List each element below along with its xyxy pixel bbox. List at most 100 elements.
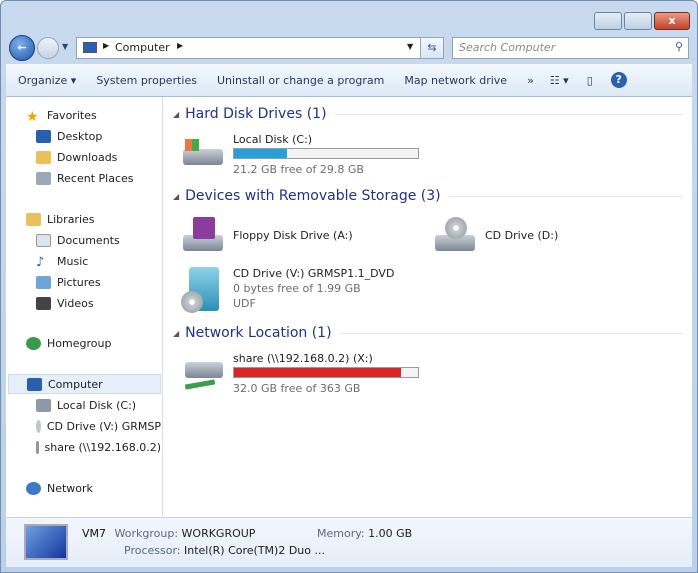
back-button[interactable]: ← (9, 35, 35, 61)
content-pane: ◢ Hard Disk Drives (1) Local Disk (C:) 21… (163, 97, 692, 517)
nav-label: Music (57, 254, 89, 268)
drive-file-system: UDF (233, 297, 256, 310)
address-dropdown-icon[interactable]: ▼ (407, 42, 413, 51)
drive-x[interactable]: share (\\192.168.0.2) (X:) 32.0 GB free … (181, 352, 441, 396)
workgroup-value: WORKGROUP (181, 527, 256, 540)
network-drive-icon (36, 440, 39, 454)
breadcrumb-arrow-icon[interactable]: ▶ (177, 41, 183, 50)
nav-label: Local Disk (C:) (57, 398, 137, 412)
drive-a[interactable]: Floppy Disk Drive (A:) (181, 217, 421, 257)
nav-network[interactable]: Network (26, 478, 181, 498)
navigation-pane: ★ Favorites Desktop Downloads Recent Plac… (6, 97, 163, 517)
drive-name: Floppy Disk Drive (A:) (233, 229, 353, 242)
drive-d[interactable]: CD Drive (D:) (433, 217, 633, 257)
nav-label: Recent Places (57, 171, 134, 185)
group-removable-storage[interactable]: ◢ Devices with Removable Storage (3) (173, 188, 683, 204)
organize-button[interactable]: Organize ▾ (18, 74, 76, 87)
drive-name: share (\\192.168.0.2) (X:) (233, 352, 373, 365)
network-drive-icon (181, 352, 227, 392)
nav-label: share (\\192.168.0.2) (44, 440, 161, 454)
recent-places-icon (36, 171, 51, 185)
collapse-icon: ◢ (173, 328, 180, 338)
computer-icon (27, 377, 42, 391)
star-icon: ★ (26, 108, 39, 125)
collapse-icon: ◢ (173, 109, 180, 119)
videos-icon (36, 296, 51, 310)
view-options-icon[interactable]: ☷ ▾ (550, 74, 569, 87)
nav-label: Libraries (47, 212, 95, 226)
downloads-icon (36, 150, 51, 164)
desktop-icon (36, 129, 51, 143)
workgroup-label: Workgroup: (114, 527, 179, 540)
processor-value: Intel(R) Core(TM)2 Duo ... (184, 544, 325, 557)
nav-homegroup[interactable]: Homegroup (26, 333, 181, 353)
group-title: Network Location (1) (185, 325, 332, 341)
uninstall-program-button[interactable]: Uninstall or change a program (217, 74, 384, 87)
nav-libraries[interactable]: Libraries (26, 209, 181, 229)
nav-cd-drive[interactable]: CD Drive (V:) GRMSP (36, 416, 161, 436)
group-hard-disk-drives[interactable]: ◢ Hard Disk Drives (1) (173, 106, 683, 122)
map-network-drive-button[interactable]: Map network drive (404, 74, 507, 87)
nav-label: Desktop (57, 129, 103, 143)
drive-c[interactable]: Local Disk (C:) 21.2 GB free of 29.8 GB (181, 133, 441, 177)
cd-drive-icon (36, 419, 41, 433)
drive-usage-fill (234, 368, 402, 377)
drive-v[interactable]: CD Drive (V:) GRMSP1.1_DVD 0 bytes free … (181, 267, 441, 317)
breadcrumb-computer[interactable]: Computer (115, 41, 170, 54)
help-icon[interactable]: ? (610, 72, 627, 88)
documents-icon (36, 233, 51, 247)
search-placeholder: Search Computer (459, 41, 556, 54)
group-network-location[interactable]: ◢ Network Location (1) (173, 325, 683, 341)
nav-label: CD Drive (V:) GRMSP (46, 419, 161, 433)
nav-label: Network (47, 481, 93, 495)
maximize-button[interactable] (624, 12, 652, 30)
cd-drive-icon (433, 217, 479, 257)
nav-local-disk[interactable]: Local Disk (C:) (36, 395, 161, 415)
command-bar: Organize ▾ System properties Uninstall o… (6, 64, 692, 97)
network-icon (26, 481, 41, 495)
nav-label: Pictures (57, 275, 101, 289)
search-icon: ⚲ (674, 40, 683, 53)
group-title: Hard Disk Drives (1) (185, 106, 327, 122)
nav-label: Videos (57, 296, 94, 310)
recent-pages-dropdown[interactable]: ▼ (62, 42, 68, 51)
nav-computer[interactable]: Computer (8, 374, 161, 394)
forward-button[interactable] (37, 37, 59, 59)
drive-name: Local Disk (C:) (233, 133, 313, 146)
drive-free-space: 32.0 GB free of 363 GB (233, 382, 361, 395)
collapse-icon: ◢ (173, 191, 180, 201)
drive-usage-bar (233, 148, 419, 159)
nav-label: Downloads (57, 150, 118, 164)
homegroup-icon (26, 336, 41, 350)
breadcrumb-arrow-icon: ▶ (103, 41, 110, 50)
nav-label: Documents (57, 233, 120, 247)
hard-drive-icon (36, 398, 51, 412)
search-input[interactable]: Search Computer ⚲ (452, 37, 689, 59)
computer-icon (83, 42, 97, 53)
floppy-drive-icon (181, 217, 227, 257)
memory-label: Memory: (317, 527, 365, 540)
drive-free-space: 21.2 GB free of 29.8 GB (233, 163, 364, 176)
preview-pane-icon[interactable]: ▯ (587, 74, 593, 87)
refresh-button[interactable]: ⇆ (420, 37, 444, 59)
nav-share[interactable]: share (\\192.168.0.2) (36, 437, 161, 457)
more-commands-button[interactable]: » (527, 74, 534, 87)
pictures-icon (36, 275, 51, 289)
drive-free-space: 0 bytes free of 1.99 GB (233, 282, 361, 295)
hard-drive-icon (181, 133, 227, 173)
details-pane: VM7 Workgroup: WORKGROUP Memory: 1.00 GB… (6, 517, 692, 567)
system-properties-button[interactable]: System properties (96, 74, 197, 87)
drive-name: CD Drive (V:) GRMSP1.1_DVD (233, 267, 395, 280)
dvd-icon (181, 267, 227, 313)
libraries-icon (26, 212, 41, 226)
close-button[interactable]: x (654, 12, 690, 30)
computer-name: VM7 (82, 527, 107, 540)
minimize-button[interactable] (594, 12, 622, 30)
address-bar[interactable]: ▶ Computer ▶ ▼ (76, 37, 444, 59)
nav-label: Homegroup (47, 336, 112, 350)
nav-label: Favorites (47, 108, 97, 122)
computer-icon (24, 524, 68, 560)
music-icon: ♪ (36, 254, 45, 270)
nav-label: Computer (48, 377, 103, 391)
nav-favorites[interactable]: ★ Favorites (26, 105, 181, 125)
